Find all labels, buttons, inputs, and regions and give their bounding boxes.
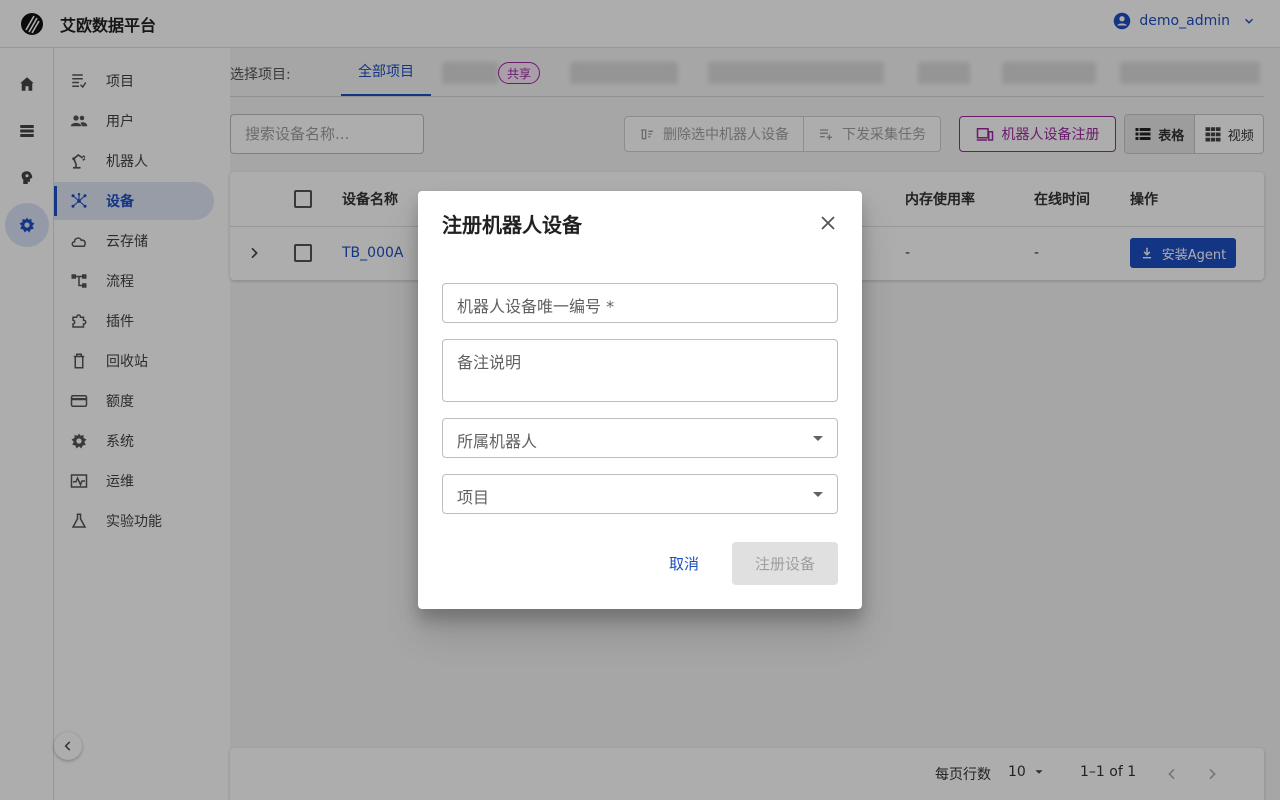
- project-select[interactable]: 项目: [442, 474, 838, 514]
- robot-select-placeholder: 所属机器人: [457, 432, 538, 451]
- robot-select[interactable]: 所属机器人: [442, 418, 838, 458]
- project-select-placeholder: 项目: [457, 488, 490, 507]
- dialog-title: 注册机器人设备: [442, 213, 582, 237]
- cancel-button[interactable]: 取消: [654, 542, 714, 584]
- register-device-dialog: 注册机器人设备 机器人设备唯一编号 * 备注说明 所属机器人 项目 取消 注册设…: [418, 191, 862, 609]
- remark-field[interactable]: 备注说明: [442, 339, 838, 402]
- close-icon: [821, 216, 835, 230]
- remark-placeholder: 备注说明: [457, 353, 522, 372]
- dropdown-arrow-icon: [813, 492, 823, 497]
- close-dialog-button[interactable]: [816, 211, 840, 235]
- register-submit-button[interactable]: 注册设备: [732, 542, 838, 585]
- device-id-placeholder: 机器人设备唯一编号 *: [457, 297, 615, 316]
- dropdown-arrow-icon: [813, 436, 823, 441]
- device-id-field[interactable]: 机器人设备唯一编号 *: [442, 283, 838, 323]
